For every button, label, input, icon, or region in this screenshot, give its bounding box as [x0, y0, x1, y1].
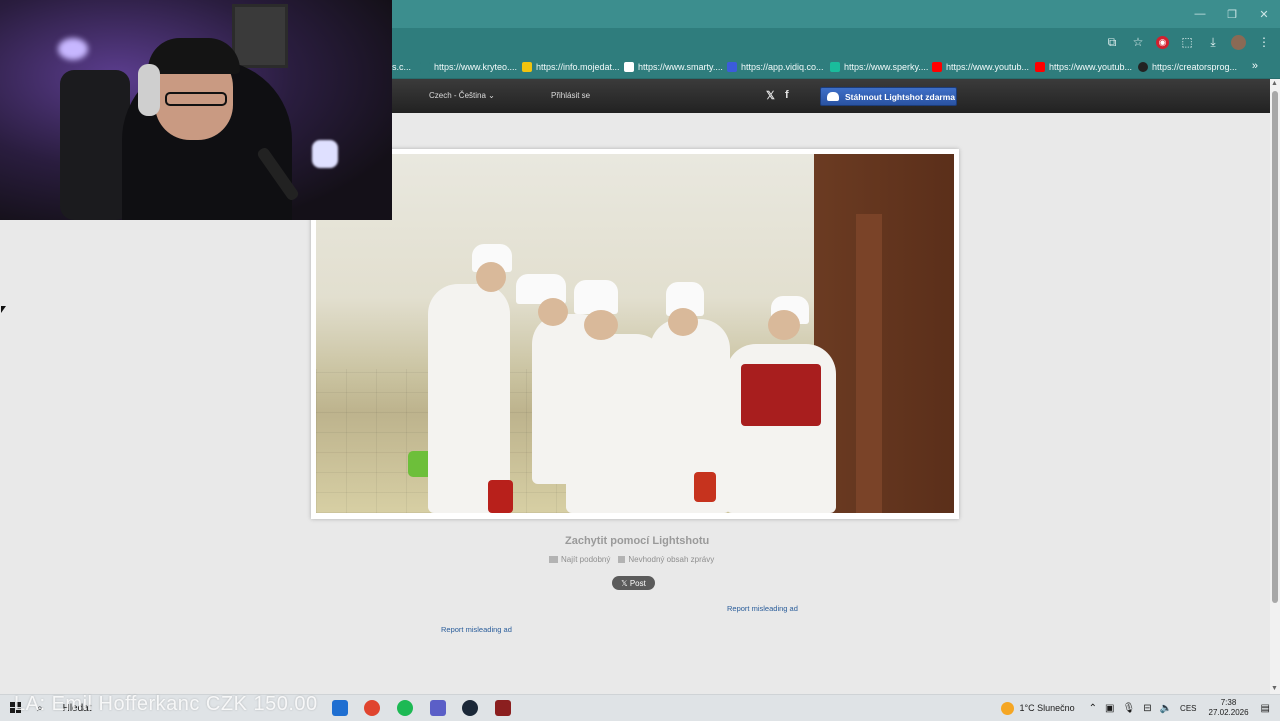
- bookmark-item[interactable]: s.c...: [392, 60, 411, 74]
- favicon-icon: [727, 62, 737, 72]
- menu-icon[interactable]: ⋮: [1256, 34, 1272, 50]
- favicon-icon: [522, 62, 532, 72]
- microphone-icon[interactable]: 🎙: [1123, 703, 1136, 714]
- restore-icon[interactable]: ❐: [1216, 0, 1248, 28]
- tray-overflow-icon[interactable]: ⌃: [1089, 703, 1097, 714]
- report-misleading-ad-link[interactable]: Report misleading ad: [441, 625, 512, 634]
- window-controls: — ❐ ✕: [1184, 0, 1280, 28]
- close-icon[interactable]: ✕: [1248, 0, 1280, 28]
- weather-text[interactable]: 1°C Slunečno: [1020, 703, 1075, 713]
- bookmark-item[interactable]: https://www.sperky....: [830, 60, 928, 74]
- chrome-icon[interactable]: [364, 700, 380, 716]
- twitter-icon[interactable]: 𝕏: [766, 89, 775, 102]
- download-lightshot-button[interactable]: Stáhnout Lightshot zdarma: [820, 87, 957, 106]
- bookmark-item[interactable]: https://www.kryteo....: [420, 60, 517, 74]
- bookmark-item[interactable]: https://www.youtub...: [932, 60, 1029, 74]
- scroll-down-icon[interactable]: ▼: [1271, 685, 1278, 692]
- door-frame: [856, 214, 882, 513]
- system-tray: 1°C Slunečno ⌃ ▣ 🎙 ⊟ 🔈 CES 7:38 27.02.20…: [1000, 695, 1280, 721]
- date: 27.02.2026: [1208, 708, 1249, 717]
- face: [768, 310, 800, 340]
- face: [584, 310, 618, 340]
- favicon-icon: [1138, 62, 1148, 72]
- youtube-icon: [1035, 62, 1045, 72]
- cloud-download-icon: [827, 92, 839, 101]
- face: [538, 298, 568, 326]
- report-misleading-ad-link[interactable]: Report misleading ad: [727, 604, 798, 613]
- helmet-lamp: [312, 140, 338, 168]
- glasses: [165, 92, 227, 106]
- network-icon[interactable]: ⊟: [1143, 703, 1151, 714]
- flag-icon: [618, 556, 626, 564]
- image-actions: Najít podobný Nevhodný obsah zprávy: [549, 555, 714, 564]
- report-content-link[interactable]: Nevhodný obsah zprávy: [618, 555, 714, 564]
- caption-text[interactable]: Zachytit pomocí Lightshotu: [565, 535, 709, 547]
- bookmark-item[interactable]: https://www.smarty....: [624, 60, 723, 74]
- app-icon[interactable]: [495, 700, 511, 716]
- bookmark-item[interactable]: https://app.vidiq.co...: [727, 60, 824, 74]
- chef-figure: [428, 284, 510, 513]
- webcam-overlay: [0, 0, 392, 220]
- screenshot-image[interactable]: [316, 154, 954, 513]
- store-icon[interactable]: [332, 700, 348, 716]
- favicon-icon: [830, 62, 840, 72]
- bookmark-item[interactable]: https://www.youtub...: [1035, 60, 1132, 74]
- download-icon[interactable]: ⤓: [1205, 34, 1221, 50]
- chef-figure: [650, 319, 730, 513]
- wall-picture: [232, 4, 288, 68]
- steam-icon[interactable]: [462, 700, 478, 716]
- weather-icon[interactable]: [1000, 701, 1014, 715]
- headset: [138, 64, 160, 116]
- page-scrollbar[interactable]: ▲ ▼: [1270, 79, 1280, 694]
- snack-bag: [694, 472, 716, 502]
- face: [668, 308, 698, 336]
- x-post-button[interactable]: 𝕏 Post: [612, 576, 655, 590]
- bookmark-star-icon[interactable]: ☆: [1130, 34, 1146, 50]
- scroll-up-icon[interactable]: ▲: [1271, 80, 1278, 87]
- gaming-chair: [60, 70, 130, 220]
- screenshot-frame: [311, 149, 959, 519]
- notifications-icon[interactable]: ▤: [1261, 703, 1270, 714]
- find-similar-link[interactable]: Najít podobný: [549, 555, 610, 564]
- volume-icon[interactable]: 🔈: [1160, 703, 1172, 714]
- bookmarks-overflow-icon[interactable]: »: [1252, 60, 1258, 72]
- tray-app-icon[interactable]: ▣: [1105, 703, 1114, 714]
- purple-light: [58, 38, 88, 60]
- cola-can: [488, 480, 513, 513]
- login-link[interactable]: Přihlásit se: [551, 91, 590, 100]
- opera-extension-icon[interactable]: ◉: [1156, 35, 1169, 49]
- youtube-icon: [932, 62, 942, 72]
- chef-hat: [574, 280, 618, 314]
- clock[interactable]: 7:38 27.02.2026: [1209, 698, 1249, 718]
- red-cutting-board: [741, 364, 821, 426]
- bookmark-item[interactable]: https://creatorsprog...: [1138, 60, 1237, 74]
- install-app-icon[interactable]: ⧉: [1104, 34, 1120, 50]
- face: [476, 262, 506, 292]
- input-language[interactable]: CES: [1180, 704, 1196, 713]
- windows-taskbar: ⌕ Hledat LA: Emil Hofferkanc CZK 150.00 …: [0, 693, 1280, 721]
- mouse-cursor-icon: [1, 306, 6, 313]
- bookmark-item[interactable]: https://info.mojedat...: [522, 60, 620, 74]
- image-search-icon: [549, 556, 558, 564]
- extensions-icon[interactable]: ⬚: [1179, 34, 1195, 50]
- spotify-icon[interactable]: [397, 700, 413, 716]
- scroll-thumb[interactable]: [1272, 91, 1278, 603]
- time: 7:38: [1220, 698, 1237, 707]
- favicon-icon: [624, 62, 634, 72]
- language-selector[interactable]: Czech - Čeština ⌄: [429, 91, 495, 100]
- profile-avatar-icon[interactable]: [1231, 34, 1246, 50]
- minimize-icon[interactable]: —: [1184, 0, 1216, 28]
- stream-donation-overlay: LA: Emil Hofferkanc CZK 150.00: [14, 693, 318, 715]
- download-button-label: Stáhnout Lightshot zdarma: [845, 91, 956, 102]
- streamer-cap: [148, 38, 240, 74]
- teams-icon[interactable]: [430, 700, 446, 716]
- favicon-icon: [420, 62, 430, 72]
- facebook-icon[interactable]: f: [785, 89, 789, 101]
